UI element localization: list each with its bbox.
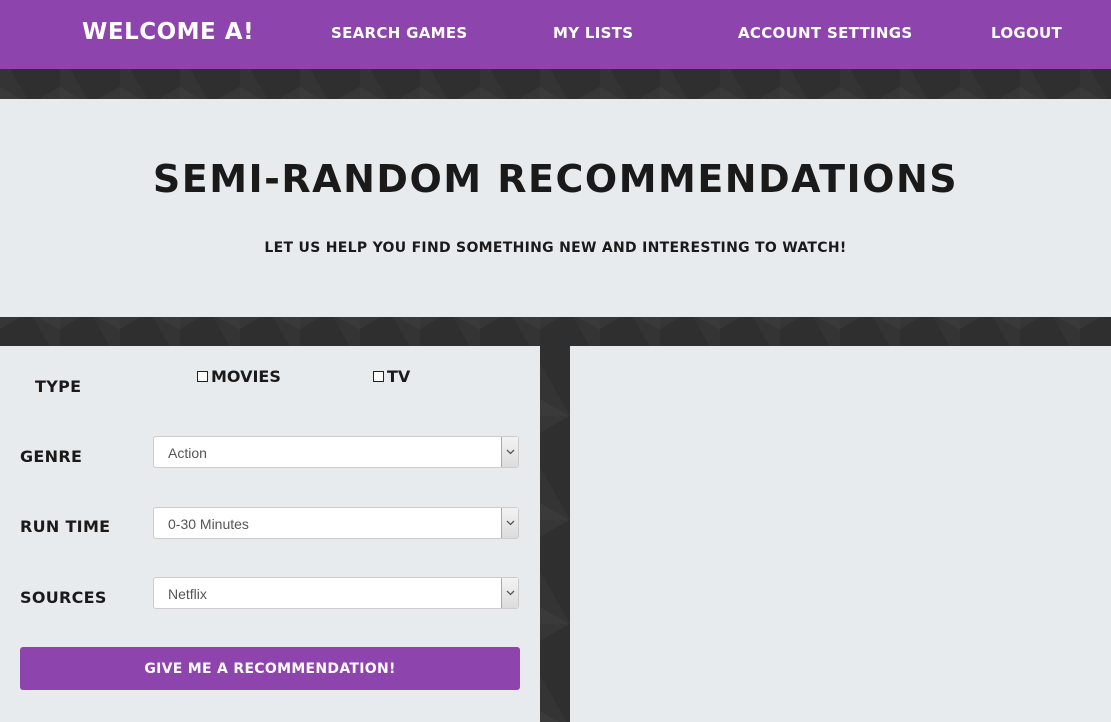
page-title: Semi-Random Recommendations — [152, 157, 959, 201]
page-subtitle: Let us help you find something new and i… — [264, 240, 847, 256]
hero-section: Semi-Random Recommendations Let us help … — [0, 99, 1111, 317]
movies-checkbox-group[interactable]: Movies — [197, 367, 281, 386]
runtime-select-value: 0-30 Minutes — [168, 516, 249, 532]
movies-checkbox[interactable] — [197, 371, 208, 382]
type-label: Type — [35, 377, 82, 396]
sources-select[interactable]: Netflix — [153, 577, 519, 609]
tv-checkbox-label[interactable]: TV — [387, 367, 410, 386]
nav-link-account-settings[interactable]: Account Settings — [738, 24, 912, 42]
genre-select[interactable]: Action — [153, 436, 519, 468]
nav-link-my-lists[interactable]: My Lists — [553, 24, 633, 42]
results-panel — [570, 346, 1111, 722]
nav-link-logout[interactable]: Logout — [991, 24, 1062, 42]
nav-brand-welcome[interactable]: Welcome A! — [82, 19, 254, 45]
sources-select-value: Netflix — [168, 586, 207, 602]
chevron-down-icon[interactable] — [501, 578, 518, 608]
movies-checkbox-label[interactable]: Movies — [211, 367, 281, 386]
tv-checkbox[interactable] — [373, 371, 384, 382]
get-recommendation-button[interactable]: Give me a recommendation! — [20, 647, 520, 690]
sources-label: Sources — [20, 588, 107, 607]
nav-link-search-games[interactable]: Search Games — [331, 24, 468, 42]
recommendation-form: Type Movies TV Genre Action Run Time 0-3… — [0, 346, 540, 722]
genre-label: Genre — [20, 447, 83, 466]
runtime-select[interactable]: 0-30 Minutes — [153, 507, 519, 539]
genre-select-value: Action — [168, 445, 207, 461]
tv-checkbox-group[interactable]: TV — [373, 367, 410, 386]
chevron-down-icon[interactable] — [501, 508, 518, 538]
runtime-label: Run Time — [20, 517, 111, 536]
top-navbar: Welcome A! Search Games My Lists Account… — [0, 0, 1111, 69]
chevron-down-icon[interactable] — [501, 437, 518, 467]
